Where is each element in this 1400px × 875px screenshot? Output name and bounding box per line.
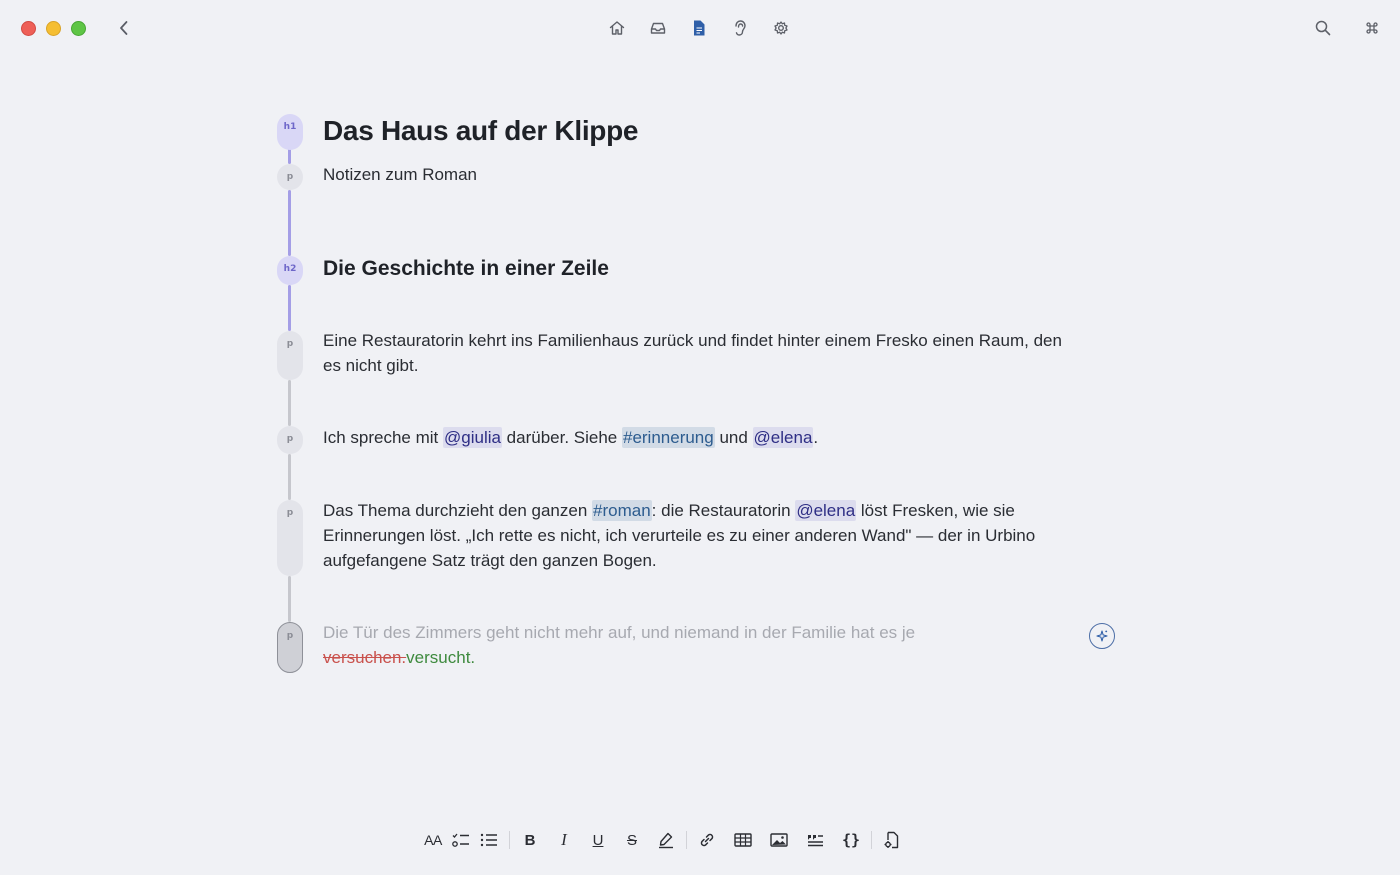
document-subtitle[interactable]: Notizen zum Roman (323, 163, 1083, 187)
block-type-label: p (286, 339, 294, 349)
strikethrough-button[interactable]: S (618, 826, 646, 854)
text-run: . (813, 428, 819, 447)
image-button[interactable] (765, 826, 793, 854)
text-size-icon: AA (424, 832, 442, 848)
gutter-connector (288, 190, 291, 256)
table-button[interactable] (729, 826, 757, 854)
tag-roman[interactable]: #roman (592, 500, 652, 521)
italic-icon: I (561, 830, 567, 849)
block-handle-p[interactable]: p (277, 331, 303, 380)
block-handle-p[interactable]: p (277, 500, 303, 576)
checklist-button[interactable] (447, 826, 475, 854)
italic-button[interactable]: I (550, 826, 578, 854)
block-type-label: p (286, 508, 294, 518)
bullet-list-button[interactable] (475, 826, 503, 854)
bullet-list-icon (480, 833, 497, 847)
document-gear-icon (884, 831, 899, 849)
image-icon (770, 833, 788, 847)
quote-icon (808, 835, 823, 847)
highlight-button[interactable] (652, 826, 680, 854)
block-type-label: p (286, 172, 294, 182)
block-handle-h2[interactable]: h2 (277, 256, 303, 285)
bold-icon: B (524, 831, 536, 849)
gutter-connector (288, 576, 291, 622)
gutter-connector (288, 454, 291, 500)
text-run: darüber. Siehe (501, 428, 622, 447)
mention-giulia[interactable]: @giulia (443, 427, 502, 448)
text-run: Das Thema durchzieht den ganzen (323, 501, 593, 520)
text-size-button[interactable]: AA (419, 826, 447, 854)
link-icon (700, 833, 714, 847)
ai-assist-button[interactable] (1089, 623, 1115, 649)
toolbar-separator (871, 831, 872, 849)
code-block-button[interactable]: {} (837, 826, 865, 854)
sparkle-icon (1096, 630, 1108, 642)
app-window: h1 p h2 p p p p Das Haus auf der Klippe … (0, 0, 1400, 875)
highlighter-icon (659, 832, 673, 849)
toolbar-separator (686, 831, 687, 849)
block-handle-p[interactable]: p (277, 426, 303, 454)
text-run: : die Restauratorin (651, 501, 796, 520)
suggested-insertion[interactable]: versucht. (406, 648, 475, 667)
underline-icon: U (592, 831, 604, 849)
block-handle-h1[interactable]: h1 (277, 114, 303, 150)
editor: h1 p h2 p p p p Das Haus auf der Klippe … (0, 0, 1400, 800)
document-settings-button[interactable] (878, 826, 906, 854)
block-type-label: h1 (283, 122, 297, 132)
underline-button[interactable]: U (584, 826, 612, 854)
block-handle-p[interactable]: p (277, 164, 303, 190)
quote-button[interactable] (801, 826, 829, 854)
document-title[interactable]: Das Haus auf der Klippe (323, 113, 1083, 149)
bold-button[interactable]: B (516, 826, 544, 854)
gutter-connector (288, 285, 291, 331)
tag-erinnerung[interactable]: #erinnerung (621, 427, 715, 448)
gutter-connector (288, 380, 291, 426)
block-type-label: h2 (283, 264, 297, 274)
gutter-connector (288, 148, 291, 164)
toolbar-separator (509, 831, 510, 849)
mention-elena[interactable]: @elena (752, 427, 814, 448)
block-type-label: p (286, 434, 294, 444)
checklist-icon (452, 833, 469, 847)
paragraph-suggestion[interactable]: Die Tür des Zimmers geht nicht mehr auf,… (323, 620, 963, 670)
strikethrough-icon: S (626, 831, 637, 849)
block-type-label: p (286, 631, 294, 641)
mention-elena[interactable]: @elena (795, 500, 857, 521)
format-toolbar: AA B I U S {} (419, 826, 906, 854)
code-icon: {} (841, 831, 861, 849)
paragraph-logline[interactable]: Eine Restauratorin kehrt ins Familienhau… (323, 328, 1063, 378)
block-handle-p-active[interactable]: p (277, 622, 303, 673)
suggested-deletion[interactable]: versuchen. (323, 648, 406, 667)
link-button[interactable] (693, 826, 721, 854)
section-heading[interactable]: Die Geschichte in einer Zeile (323, 255, 1083, 283)
paragraph-references[interactable]: Ich spreche mit @giulia darüber. Siehe #… (323, 425, 1083, 450)
paragraph-theme[interactable]: Das Thema durchzieht den ganzen #roman: … (323, 498, 1083, 573)
text-run: und (714, 428, 753, 447)
text-run: Ich spreche mit (323, 428, 443, 447)
ghost-text: Die Tür des Zimmers geht nicht mehr auf,… (323, 623, 916, 642)
table-icon (734, 833, 752, 847)
